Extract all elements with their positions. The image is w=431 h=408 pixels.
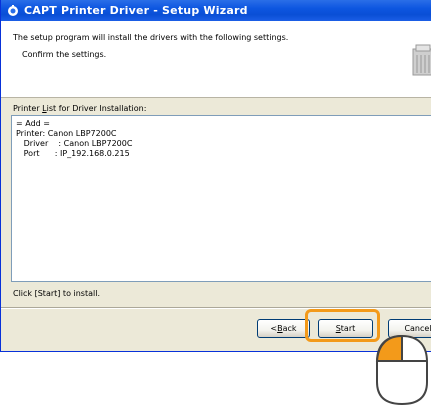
start-button-highlight bbox=[305, 309, 380, 342]
back-button[interactable]: < Back bbox=[257, 319, 310, 338]
header-description: The setup program will install the drive… bbox=[13, 33, 289, 42]
back-button-pre: < bbox=[270, 324, 278, 333]
window-title: CAPT Printer Driver - Setup Wizard bbox=[24, 4, 248, 17]
driver-installation-list[interactable]: = Add = Printer: Canon LBP7200C Driver :… bbox=[11, 115, 431, 282]
back-button-post: ack bbox=[282, 324, 297, 333]
printer-list-label-post: ist for Driver Installation: bbox=[46, 104, 147, 113]
install-hint: Click [Start] to install. bbox=[13, 289, 100, 298]
printer-list-label: Printer List for Driver Installation: bbox=[13, 104, 146, 113]
mouse-icon bbox=[373, 334, 431, 408]
list-item: Port : IP_192.168.0.215 bbox=[16, 149, 130, 158]
list-item: Driver : Canon LBP7200C bbox=[16, 139, 133, 148]
printer-setup-icon bbox=[7, 4, 19, 17]
header-panel: The setup program will install the drive… bbox=[1, 21, 431, 98]
list-item: Printer: Canon LBP7200C bbox=[16, 129, 117, 138]
printer-graphic-icon bbox=[411, 43, 431, 79]
title-bar[interactable]: CAPT Printer Driver - Setup Wizard bbox=[1, 0, 431, 21]
setup-wizard-window: CAPT Printer Driver - Setup Wizard The s… bbox=[0, 0, 431, 352]
list-item: = Add = bbox=[16, 119, 50, 128]
printer-list-label-pre: Printer bbox=[13, 104, 43, 113]
header-instruction: Confirm the settings. bbox=[22, 50, 107, 59]
